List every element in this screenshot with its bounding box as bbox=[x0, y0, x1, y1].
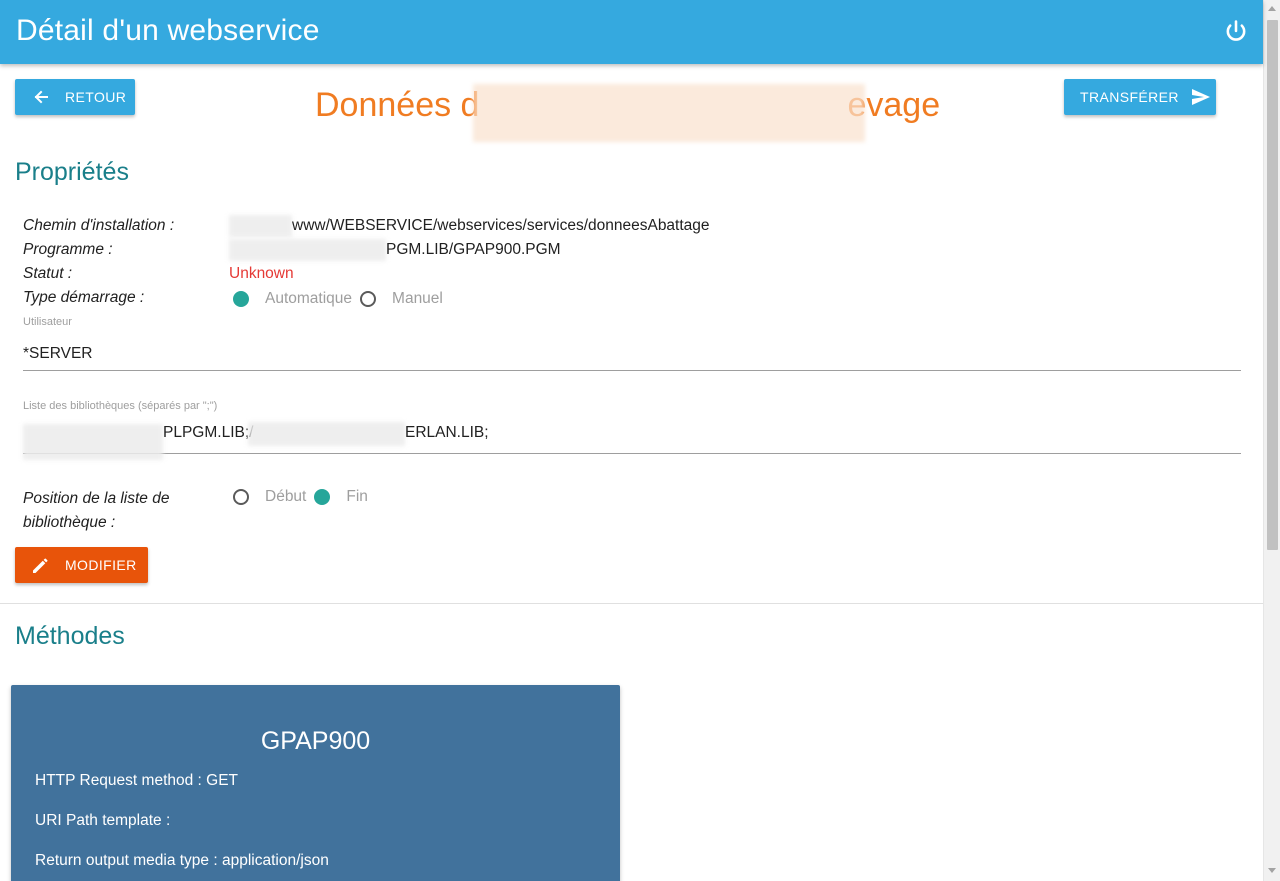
program-label: Programme : bbox=[23, 241, 113, 258]
pencil-icon bbox=[32, 557, 49, 574]
lib-position-label: Position de la liste de bibliothèque : bbox=[23, 490, 170, 531]
section-divider bbox=[0, 603, 1263, 604]
method-uri-template: URI Path template : bbox=[35, 812, 171, 829]
scroll-down-icon[interactable] bbox=[1268, 868, 1276, 873]
scroll-up-icon[interactable] bbox=[1268, 6, 1276, 11]
startup-radio-automatic-label: Automatique bbox=[265, 290, 353, 307]
startup-radio-automatic[interactable] bbox=[233, 291, 249, 307]
lib-position-radio-start-label: Début bbox=[265, 488, 307, 505]
install-path-label: Chemin d'installation : bbox=[23, 217, 175, 234]
page: Détail d'un webservice Retour Données de… bbox=[0, 0, 1280, 881]
user-field-label: Utilisateur bbox=[23, 316, 72, 328]
libraries-value-part2: ERLAN.LIB; bbox=[405, 424, 489, 441]
modify-button[interactable]: Modifier bbox=[15, 547, 148, 583]
redacted-area bbox=[229, 239, 386, 261]
libraries-input[interactable]: PLPGM.LIB;/ ERLAN.LIB; bbox=[23, 422, 1241, 460]
status-label: Statut : bbox=[23, 265, 73, 282]
lib-position-radio-group: Début Fin bbox=[233, 488, 376, 506]
transfer-button-label: Transférer bbox=[1080, 89, 1179, 105]
user-input[interactable] bbox=[23, 337, 1241, 371]
send-icon bbox=[1191, 88, 1211, 106]
lib-position-radio-end[interactable] bbox=[314, 489, 331, 505]
transfer-button[interactable]: Transférer bbox=[1064, 79, 1216, 115]
redacted-area bbox=[23, 424, 163, 460]
install-path-value: www/WEBSERVICE/webservices/services/donn… bbox=[292, 217, 710, 234]
lib-position-radio-end-label: Fin bbox=[346, 488, 368, 505]
startup-radio-manual[interactable] bbox=[360, 291, 377, 307]
vertical-scrollbar[interactable] bbox=[1263, 0, 1280, 881]
startup-radio-manual-label: Manuel bbox=[392, 290, 443, 307]
status-badge: Unknown bbox=[229, 265, 294, 282]
libraries-field-label: Liste des bibliothèques (séparés par ";"… bbox=[23, 400, 218, 412]
webservice-title-start: Données d bbox=[315, 86, 480, 124]
app-bar: Détail d'un webservice bbox=[0, 0, 1263, 64]
startup-type-radio-group: Automatique Manuel bbox=[233, 290, 451, 308]
redacted-area bbox=[473, 84, 865, 142]
page-title: Détail d'un webservice bbox=[16, 14, 320, 47]
arrow-left-icon bbox=[33, 89, 49, 105]
modify-button-label: Modifier bbox=[65, 557, 137, 573]
method-name: GPAP900 bbox=[260, 727, 371, 755]
method-card[interactable]: GPAP900 HTTP Request method : GET URI Pa… bbox=[11, 685, 620, 881]
program-value: PGM.LIB/GPAP900.PGM bbox=[386, 241, 561, 258]
redacted-area bbox=[248, 422, 405, 446]
back-button-label: Retour bbox=[65, 89, 127, 105]
libraries-value-part1: PLPGM.LIB;/ bbox=[163, 424, 254, 441]
scrollbar-thumb[interactable] bbox=[1267, 20, 1278, 550]
lib-position-radio-start[interactable] bbox=[233, 489, 249, 505]
startup-type-label: Type démarrage : bbox=[23, 289, 145, 306]
redacted-area bbox=[229, 215, 292, 237]
method-http-method: HTTP Request method : GET bbox=[35, 772, 239, 789]
methods-section-title: Méthodes bbox=[15, 622, 125, 650]
back-button[interactable]: Retour bbox=[15, 79, 135, 115]
properties-section-title: Propriétés bbox=[15, 158, 129, 186]
method-media-type: Return output media type : application/j… bbox=[35, 852, 329, 869]
power-icon[interactable] bbox=[1222, 18, 1250, 46]
